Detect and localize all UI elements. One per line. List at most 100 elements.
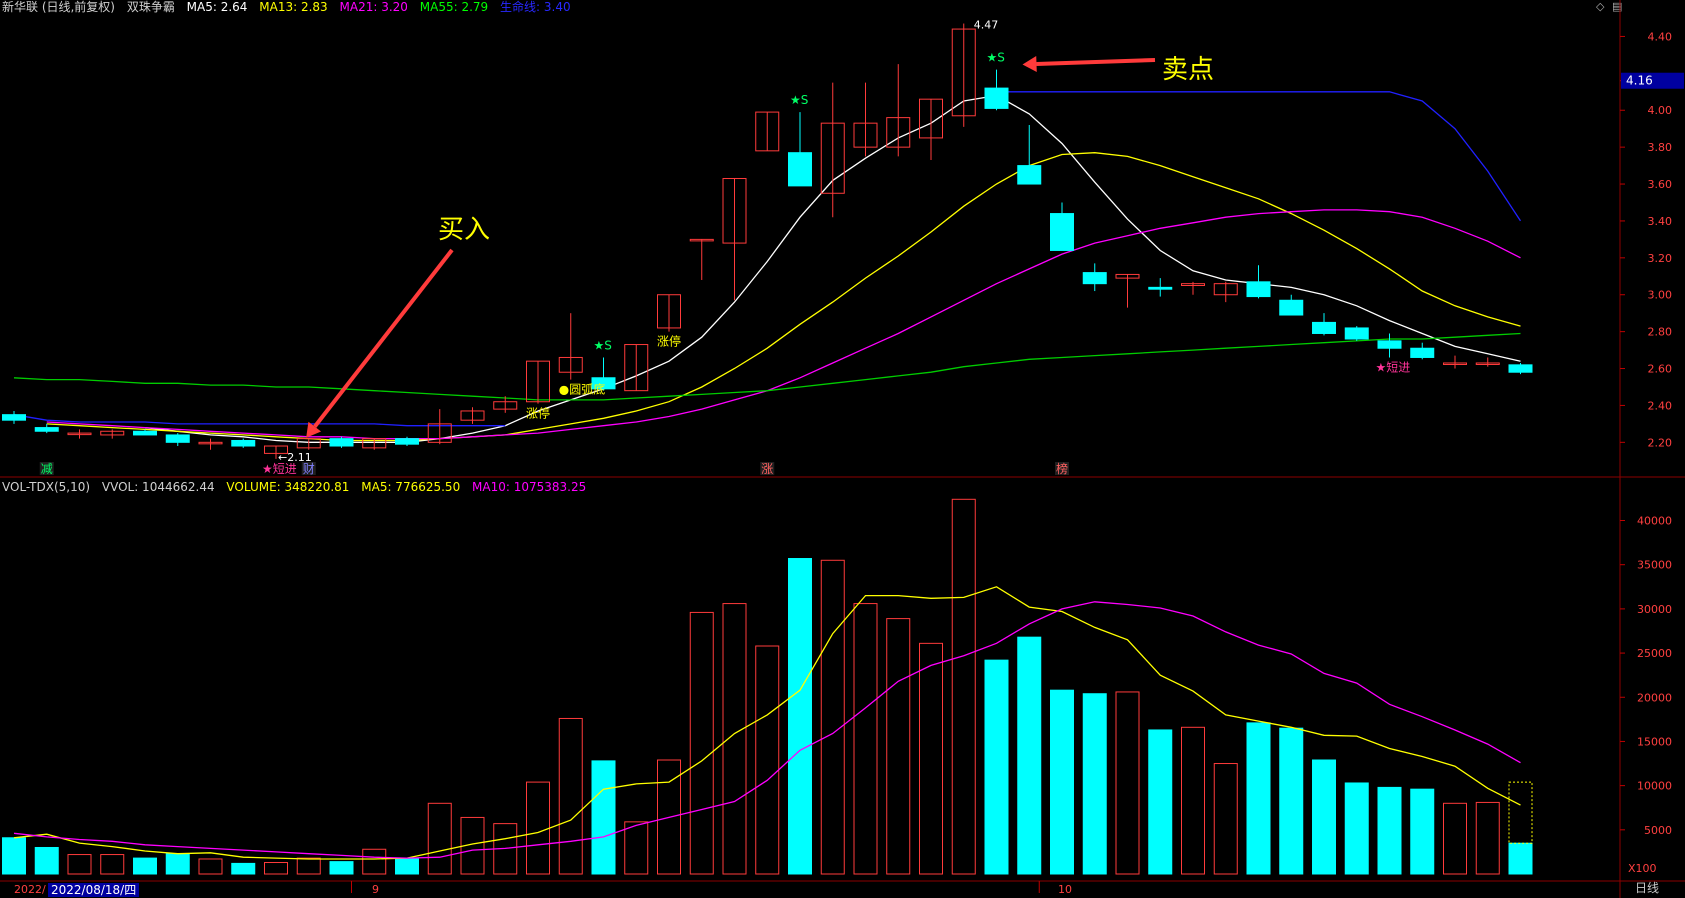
candle-body [165,434,190,443]
volume-bar [67,854,92,875]
volume-bar [1181,726,1205,875]
volume-bar [624,821,649,875]
price-tick-label: 3.60 [1648,178,1673,191]
price-tick-label: 2.60 [1648,363,1673,376]
candle-body [34,427,59,432]
candle-body [1082,272,1107,285]
volume-bar [1017,636,1042,875]
candle-body [1344,327,1369,340]
signal-label: ★短进 [1376,360,1411,374]
volume-bar [1443,802,1467,875]
volume-bar [133,857,157,875]
volume-bar [1508,842,1533,875]
high-price-label: 4.47 [974,19,999,32]
candle-body [1246,281,1271,298]
candle-body [1377,340,1402,349]
price-tick-label: 2.20 [1648,436,1673,449]
candle-body [231,439,256,447]
volume-bar [526,781,550,875]
volume-bar [1312,759,1336,875]
signal-label: ★S [987,51,1005,65]
signal-label: ★S [594,338,612,352]
signal-label: ★S [790,93,808,107]
volume-bar [264,862,288,875]
volume-bar [165,853,190,875]
volume-bar [2,837,26,875]
volume-tick-label: 30000 [1637,603,1672,616]
candle-body [2,414,26,421]
annotation-label: 卖点 [1162,55,1214,85]
price-line-ma13 [46,152,1521,442]
volume-bar [427,802,452,875]
volume-bar [34,846,59,875]
volume-tick-label: 10000 [1637,780,1672,793]
candle-body [1312,321,1336,334]
volume-bar [591,760,616,875]
volume-bar [231,862,256,875]
candle-body [395,438,419,445]
price-tick-label: 3.00 [1648,289,1673,302]
price-tick-label: 4.00 [1648,104,1673,117]
price-line-生命线 [996,91,1522,222]
volume-bar [1246,722,1271,875]
event-marker-label: 减 [41,462,53,476]
signal-label: ★短进 [262,462,297,476]
volume-bar [1115,691,1140,875]
volume-bar [951,498,976,875]
volume-bar [198,858,223,875]
pattern-label: ●圆弧底 [559,382,605,397]
volume-bar [395,858,419,875]
price-tick-label: 3.20 [1648,252,1673,265]
volume-bar [853,603,878,875]
event-marker-label: 财 [303,462,315,476]
volume-tick-label: 5000 [1644,824,1672,837]
volume-bar [788,558,812,875]
volume-bar [820,559,845,875]
volume-bar [886,618,911,875]
event-marker-label: 榜 [1056,461,1068,476]
price-tick-label: 2.40 [1648,399,1673,412]
volume-bar [362,848,387,875]
stock-chart[interactable]: 4.40 4.00 3.80 3.60 3.40 3.20 3.00 2.80 2.60 2.40… [0,0,1685,898]
candle-body [1508,364,1533,373]
volume-bar [296,857,321,875]
volume-bar [1050,689,1074,875]
annotation-label: 买入 [438,215,490,245]
cursor-date: 2022/08/18/四 [48,883,140,897]
volume-bar [722,603,747,875]
annotation-arrow-shaft [313,248,454,428]
volume-unit-label: X100 [1628,862,1657,875]
volume-bar [1279,727,1304,875]
volume-bar [100,854,125,875]
volume-bar [1377,786,1402,875]
candle-body [1279,299,1304,316]
current-price-label: 4.16 [1626,74,1653,88]
volume-tick-label: 40000 [1637,515,1672,528]
candle-body [984,87,1009,109]
volume-bar [1475,801,1500,875]
price-tick-label: 4.40 [1648,30,1673,43]
candle-body [133,430,157,436]
volume-bar [329,861,354,875]
candle-body [788,152,812,187]
price-line-ma21 [46,209,1521,440]
candle-body [1050,213,1074,251]
volume-tick-label: 15000 [1637,735,1672,748]
volume-bar [755,645,780,875]
annotation-arrow-shaft [1036,58,1156,66]
period-label[interactable]: 日线 [1635,879,1659,896]
price-tick-label: 3.40 [1648,215,1673,228]
candle-body [1148,286,1173,290]
price-line-ma55 [13,332,1521,401]
volume-projection-box [1508,781,1533,844]
volume-bar [1213,763,1238,875]
annotation-arrow-head [1022,56,1037,72]
volume-bar [689,611,714,875]
price-tick-label: 3.80 [1648,141,1673,154]
candle-body [329,438,354,447]
price-tick-label: 2.80 [1648,326,1673,339]
event-marker-label: 涨 [761,461,773,476]
year-label: 2022/ [14,883,46,896]
candle-body [1017,165,1042,185]
volume-bar [984,659,1009,875]
